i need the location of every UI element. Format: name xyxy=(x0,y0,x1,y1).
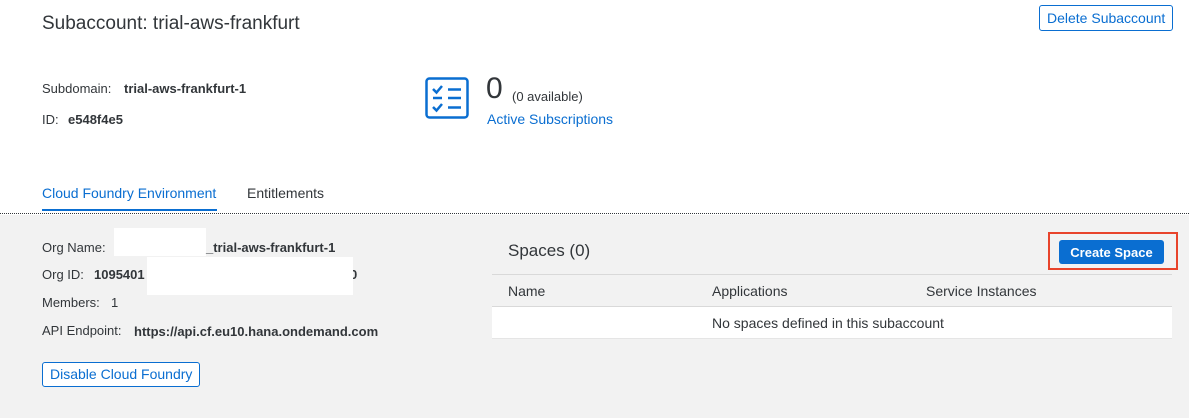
org-id-value: 1095401 xyxy=(94,267,145,282)
subscription-available: (0 available) xyxy=(512,89,583,104)
active-tab-indicator xyxy=(42,209,217,211)
empty-state-text: No spaces defined in this subaccount xyxy=(712,315,944,331)
tab-divider xyxy=(0,213,1189,214)
id-value: e548f4e5 xyxy=(68,112,123,127)
spaces-table-header: Name Applications Service Instances xyxy=(492,274,1172,307)
column-header-name[interactable]: Name xyxy=(508,283,545,299)
column-header-service-instances[interactable]: Service Instances xyxy=(926,283,1037,299)
org-id-label: Org ID: xyxy=(42,267,84,282)
tab-entitlements[interactable]: Entitlements xyxy=(247,185,324,201)
org-name-value: _trial-aws-frankfurt-1 xyxy=(206,240,336,255)
subdomain-label: Subdomain: xyxy=(42,81,112,96)
disable-cloud-foundry-button[interactable]: Disable Cloud Foundry xyxy=(42,362,201,387)
subdomain-value: trial-aws-frankfurt-1 xyxy=(124,81,247,96)
tab-cloud-foundry-environment[interactable]: Cloud Foundry Environment xyxy=(42,185,216,201)
subscription-count: 0 xyxy=(486,72,503,105)
members-label: Members: xyxy=(42,295,100,310)
create-space-button[interactable]: Create Space xyxy=(1059,240,1164,264)
members-count-link[interactable]: 1 xyxy=(111,295,118,310)
column-header-applications[interactable]: Applications xyxy=(712,283,788,299)
spaces-title: Spaces (0) xyxy=(508,241,591,260)
checklist-icon xyxy=(425,77,469,119)
active-subscriptions-link[interactable]: Active Subscriptions xyxy=(487,111,613,127)
id-label: ID: xyxy=(42,112,59,127)
table-empty-row: No spaces defined in this subaccount xyxy=(492,307,1172,339)
org-name-label: Org Name: xyxy=(42,240,106,255)
api-endpoint-label: API Endpoint: xyxy=(42,323,122,338)
redacted-org-name xyxy=(114,228,206,256)
api-endpoint-value: https://api.cf.eu10.hana.ondemand.com xyxy=(134,324,379,339)
redacted-org-id xyxy=(147,257,353,295)
delete-subaccount-button[interactable]: Delete Subaccount xyxy=(1039,5,1174,31)
page-title: Subaccount: trial-aws-frankfurt xyxy=(42,13,300,34)
